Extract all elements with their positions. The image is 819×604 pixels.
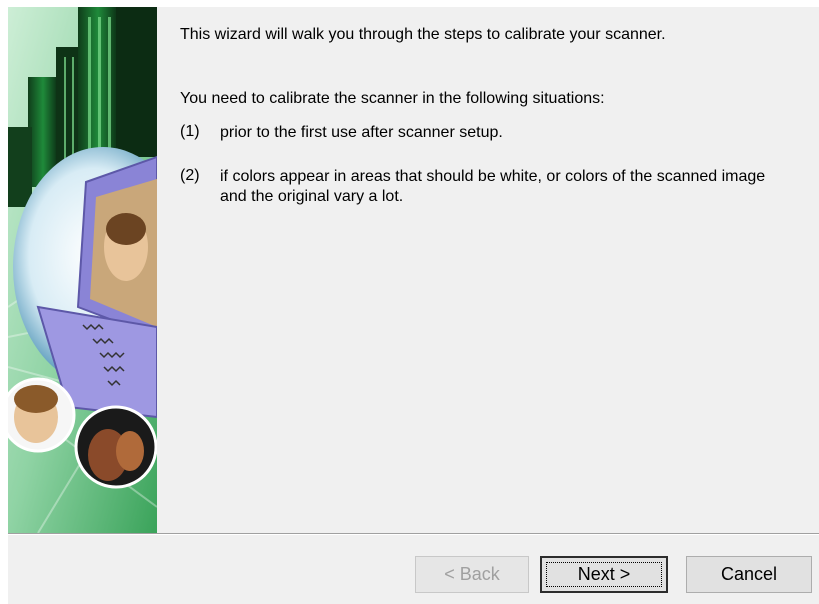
situations-heading: You need to calibrate the scanner in the…	[180, 90, 605, 107]
list-item-text: prior to the first use after scanner set…	[220, 124, 503, 141]
intro-text: This wizard will walk you through the st…	[180, 26, 666, 43]
next-button[interactable]: Next >	[540, 556, 668, 593]
list-item-number: (2)	[180, 167, 200, 184]
list-item: (2) if colors appear in areas that shoul…	[180, 167, 780, 207]
calibration-wizard-dialog: This wizard will walk you through the st…	[8, 7, 819, 604]
list-item-number: (1)	[180, 123, 200, 140]
cancel-button[interactable]: Cancel	[686, 556, 812, 593]
scanner-wizard-illustration-icon	[8, 7, 157, 533]
list-item: (1) prior to the first use after scanner…	[180, 123, 780, 143]
footer-separator	[8, 533, 819, 535]
wizard-side-illustration	[8, 7, 157, 533]
focus-ring	[546, 562, 662, 587]
list-item-text: if colors appear in areas that should be…	[220, 168, 766, 205]
back-button[interactable]: < Back	[415, 556, 529, 593]
